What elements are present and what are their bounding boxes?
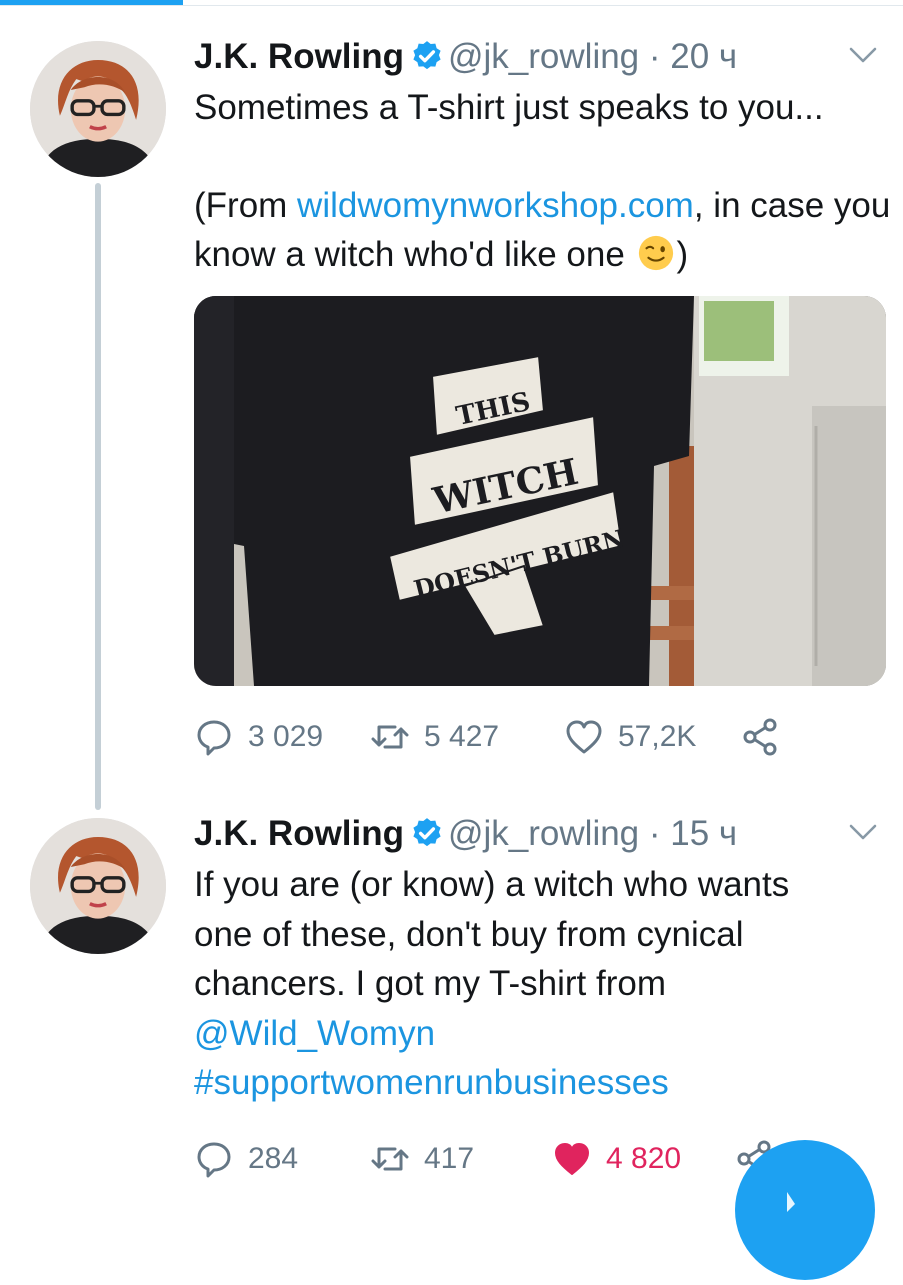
chevron-down-icon[interactable] <box>846 43 880 67</box>
tweet-header: J.K. Rowling @jk_rowling · 20 ч <box>194 37 894 77</box>
tweet[interactable]: J.K. Rowling @jk_rowling · 15 ч If you ar… <box>194 814 894 1108</box>
like-count: 4 820 <box>606 1142 682 1175</box>
reply-button[interactable]: 3 029 <box>194 712 323 762</box>
separator-dot: · <box>648 814 661 853</box>
reply-icon <box>197 1142 231 1178</box>
retweet-button[interactable]: 417 <box>370 1134 474 1184</box>
external-link[interactable]: wildwomynworkshop.com <box>297 186 694 225</box>
thread-connector <box>95 183 101 810</box>
text-fragment: ) <box>676 235 689 274</box>
compose-tweet-button[interactable] <box>735 1140 875 1280</box>
tweet-timestamp[interactable]: 15 ч <box>670 814 737 853</box>
tweet-timestamp[interactable]: 20 ч <box>670 37 737 76</box>
tweet-text: Sometimes a T-shirt just speaks to you..… <box>194 83 894 280</box>
mention-link[interactable]: @Wild_Womyn <box>194 1009 854 1059</box>
tweet-text: If you are (or know) a witch who wants o… <box>194 860 854 1108</box>
tweet-text-line: Sometimes a T-shirt just speaks to you..… <box>194 88 824 127</box>
divider <box>0 5 903 6</box>
like-button[interactable]: 4 820 <box>552 1134 681 1184</box>
tweet-text-body: If you are (or know) a witch who wants o… <box>194 865 790 1003</box>
heart-icon <box>555 1143 589 1175</box>
like-count: 57,2K <box>618 720 697 753</box>
author-handle[interactable]: @jk_rowling <box>448 814 639 853</box>
verified-badge-icon <box>413 41 441 70</box>
heart-icon <box>566 720 602 754</box>
compose-tweet-icon <box>787 1192 795 1212</box>
tweet[interactable]: J.K. Rowling @jk_rowling · 20 ч Sometimes… <box>194 37 894 280</box>
reply-button[interactable]: 284 <box>194 1134 298 1184</box>
text-fragment: (From <box>194 185 298 225</box>
share-button[interactable] <box>740 712 794 762</box>
winking-face-emoji-icon <box>638 235 673 271</box>
retweet-count: 5 427 <box>424 720 500 753</box>
verified-badge-icon <box>413 818 441 847</box>
retweet-button[interactable]: 5 427 <box>370 712 499 762</box>
tweet-photo[interactable]: THIS WITCH DOESN'T BURN <box>194 296 886 686</box>
share-icon <box>743 718 777 756</box>
hashtag-link[interactable]: #supportwomenrunbusinesses <box>194 1058 854 1108</box>
reply-count: 284 <box>248 1142 299 1175</box>
chevron-down-icon[interactable] <box>846 820 880 844</box>
tweet-actions: 3 029 5 427 57,2K <box>194 712 894 762</box>
author-handle[interactable]: @jk_rowling <box>448 37 639 76</box>
retweet-icon <box>371 1147 409 1171</box>
reply-icon <box>197 720 231 756</box>
tweet-text-paragraph: (From wildwomynworkshop.com, in case you… <box>194 181 894 280</box>
author-name[interactable]: J.K. Rowling <box>194 37 404 76</box>
retweet-count: 417 <box>424 1142 475 1175</box>
separator-dot: · <box>648 37 661 76</box>
author-avatar[interactable] <box>30 818 166 954</box>
like-button[interactable]: 57,2K <box>564 712 696 762</box>
author-avatar[interactable] <box>30 41 166 177</box>
retweet-icon <box>371 725 409 749</box>
tweet-header: J.K. Rowling @jk_rowling · 15 ч <box>194 814 894 854</box>
author-name[interactable]: J.K. Rowling <box>194 814 404 853</box>
reply-count: 3 029 <box>248 720 324 753</box>
